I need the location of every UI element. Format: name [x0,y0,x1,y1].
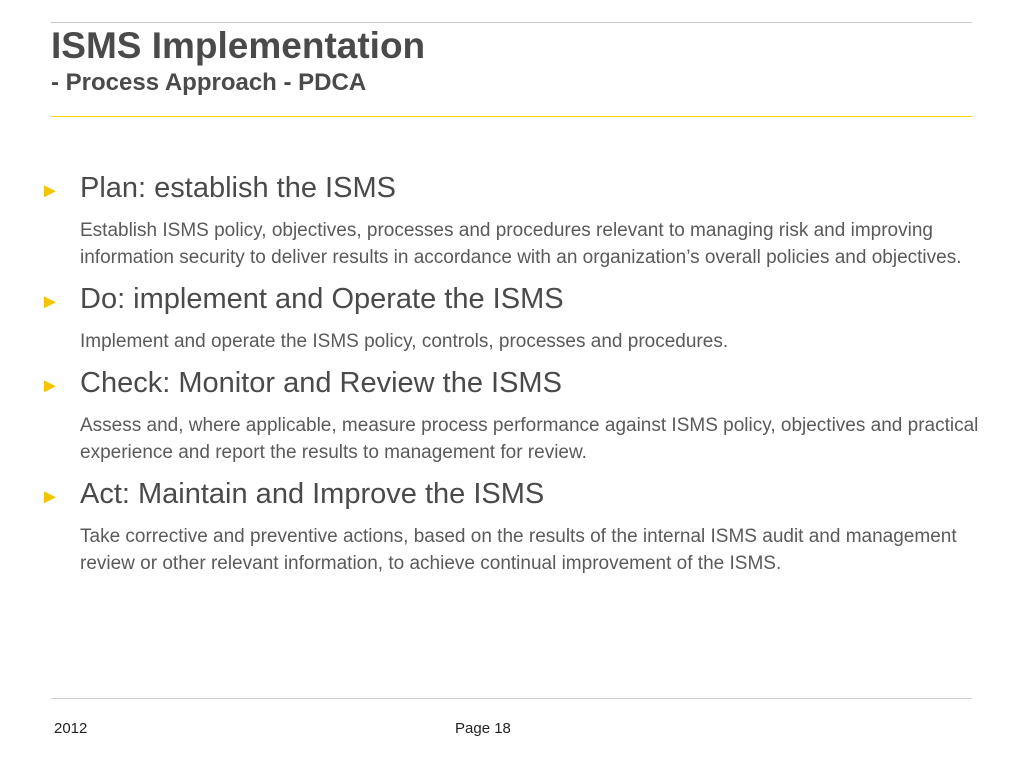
bullet-arrow-icon: ► [40,375,60,397]
page-number: Page 18 [455,720,511,737]
slide-subtitle: - Process Approach - PDCA [51,69,367,96]
footer-divider [51,698,972,699]
item-description: Establish ISMS policy, objectives, proce… [80,220,962,268]
item-heading: Act: Maintain and Improve the ISMS [80,478,545,510]
item-heading: Plan: establish the ISMS [80,172,396,204]
title-underline [51,116,972,117]
top-divider [51,22,972,23]
item-heading: Do: implement and Operate the ISMS [80,283,564,315]
slide: ISMS Implementation - Process Approach -… [0,0,1024,768]
bullet-arrow-icon: ► [40,486,60,508]
item-description: Implement and operate the ISMS policy, c… [80,331,729,352]
item-description: Assess and, where applicable, measure pr… [80,415,979,463]
bullet-arrow-icon: ► [40,180,60,202]
list-item-plan: ► Plan: establish the ISMS Establish ISM… [40,170,980,271]
item-description: Take corrective and preventive actions, … [80,526,957,574]
footer-year: 2012 [54,720,88,737]
list-item-check: ► Check: Monitor and Review the ISMS Ass… [40,365,980,466]
bullet-arrow-icon: ► [40,291,60,313]
list-item-act: ► Act: Maintain and Improve the ISMS Tak… [40,476,980,577]
list-item-do: ► Do: implement and Operate the ISMS Imp… [40,281,980,355]
content-list: ► Plan: establish the ISMS Establish ISM… [40,170,980,577]
item-heading: Check: Monitor and Review the ISMS [80,367,562,399]
slide-title: ISMS Implementation [51,25,426,66]
